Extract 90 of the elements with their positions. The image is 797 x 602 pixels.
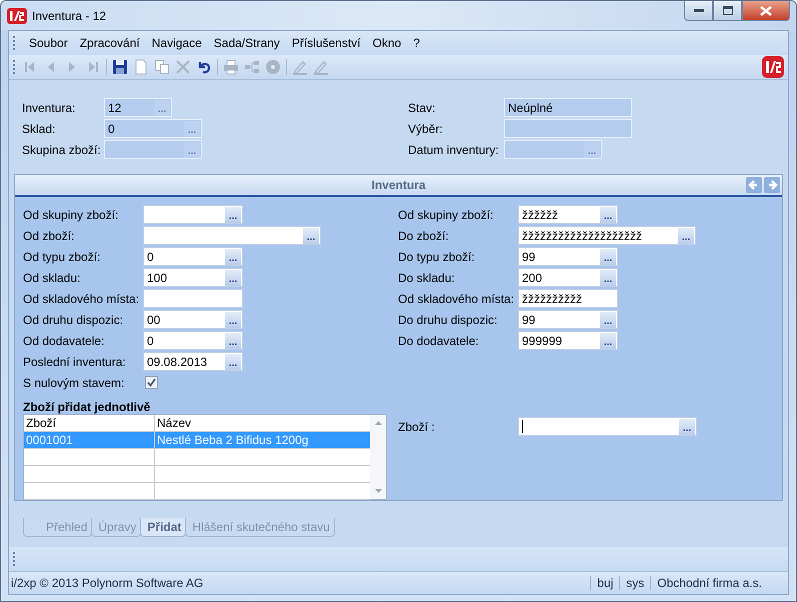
logo-icon	[7, 8, 27, 24]
field-label: Stav:	[408, 100, 436, 114]
undo-icon[interactable]	[196, 59, 212, 75]
field-label: Od dodavatele:	[23, 334, 106, 348]
previous-icon[interactable]	[746, 177, 762, 193]
menu-item[interactable]: Navigace	[146, 36, 208, 50]
field-label: Datum inventury:	[408, 142, 500, 156]
table-cell: 0001001	[24, 432, 155, 448]
input-field[interactable]: 12 ...	[104, 98, 172, 117]
browse-button[interactable]: ...	[679, 418, 695, 434]
input-field[interactable]: 09.08.2013 ...	[143, 352, 243, 371]
browse-button[interactable]: ...	[225, 354, 241, 370]
scroll-down-icon[interactable]	[374, 489, 382, 493]
field-label: Sklad:	[22, 122, 56, 136]
database-name: sys	[619, 576, 650, 590]
save-icon[interactable]	[112, 59, 128, 75]
field-label: Od skladu:	[23, 270, 82, 284]
input-field[interactable]: ...	[143, 226, 321, 245]
input-field[interactable]: 00 ...	[143, 310, 243, 329]
input-field[interactable]: 200 ...	[518, 268, 618, 287]
browse-button[interactable]: ...	[600, 248, 616, 264]
field-label: Do typu zboží:	[398, 250, 476, 264]
browse-button[interactable]: ...	[678, 228, 694, 244]
input-field[interactable]: Neúplné	[504, 98, 632, 117]
input-field[interactable]: 999999 ...	[518, 331, 618, 350]
field-label: Od typu zboží:	[23, 250, 102, 264]
column-header[interactable]: Název	[155, 415, 370, 431]
input-field[interactable]: žžžžžžžžžžžžžžžžžžžž ...	[518, 226, 696, 245]
input-field[interactable]: žžžžžžžžžž	[518, 289, 618, 308]
input-field[interactable]: 99 ...	[518, 247, 618, 266]
input-field[interactable]: 0 ...	[143, 247, 243, 266]
field-label: Výběr:	[408, 122, 444, 136]
browse-button[interactable]: ...	[600, 312, 616, 328]
browse-button[interactable]: ...	[600, 270, 616, 286]
browse-button[interactable]: ...	[225, 270, 241, 286]
input-field[interactable]: ...	[518, 417, 697, 436]
checkbox[interactable]	[145, 376, 158, 389]
field-label: Od skladového místa:	[398, 292, 516, 306]
column-header[interactable]: Zboží	[24, 415, 155, 431]
input-field[interactable]: žžžžžž ...	[518, 205, 618, 224]
browse-button[interactable]: ...	[225, 206, 241, 222]
field-label: S nulovým stavem:	[23, 376, 126, 390]
field-label: Skupina zboží:	[22, 142, 102, 156]
field-label: Do skladu:	[398, 270, 456, 284]
field-label: Od skupiny zboží:	[398, 208, 494, 222]
field-label: Od skladového místa:	[23, 292, 140, 306]
close-button[interactable]	[742, 1, 790, 21]
browse-button[interactable]: ...	[225, 312, 241, 328]
field-label: Od skupiny zboží:	[23, 208, 120, 222]
section-title: Zboží přidat jednotlivě	[23, 400, 152, 414]
table-cell-text: Nestlé Beba 2 Bifidus 1200g	[156, 432, 310, 448]
field-label: Od zboží:	[23, 228, 76, 242]
scroll-up-icon[interactable]	[374, 421, 382, 425]
field-label: Zboží :	[398, 420, 436, 434]
field-label: Do dodavatele:	[398, 334, 480, 348]
input-field[interactable]: 100 ...	[143, 268, 243, 287]
logo-icon	[762, 56, 784, 78]
panel-title: Inventura	[370, 178, 427, 192]
maximize-button[interactable]	[713, 1, 742, 21]
menu-item[interactable]: Okno	[366, 36, 408, 50]
next-icon[interactable]	[764, 177, 780, 193]
input-field[interactable]: 0 ...	[104, 119, 202, 138]
tab[interactable]: Přidat	[140, 518, 186, 537]
menu-item[interactable]: Soubor	[23, 36, 74, 50]
menu-item[interactable]: Sada/Strany	[208, 36, 286, 50]
input-field[interactable]: 99 ...	[518, 310, 618, 329]
copyright-text: i/2xp © 2013 Polynorm Software AG	[10, 576, 204, 590]
field-label: Inventura:	[22, 100, 76, 114]
input-field[interactable]: 0 ...	[143, 331, 243, 350]
browse-button[interactable]: ...	[600, 206, 616, 222]
menu-item[interactable]: Zpracování	[74, 36, 146, 50]
minimize-button[interactable]	[684, 1, 713, 21]
close-icon	[760, 6, 772, 16]
field-label: Poslední inventura:	[23, 354, 127, 368]
menu-item[interactable]: Příslušenství	[286, 36, 367, 50]
company-name: Obchodní firma a.s.	[650, 576, 788, 590]
browse-button[interactable]: ...	[600, 332, 616, 348]
minimize-icon	[694, 8, 704, 12]
menu-item[interactable]: ?	[407, 36, 426, 50]
browse-button[interactable]: ...	[225, 332, 241, 348]
browse-button[interactable]: ...	[225, 248, 241, 264]
field-label: Do druhu dispozic:	[398, 312, 498, 326]
window-title: Inventura - 12	[32, 8, 106, 22]
input-field[interactable]: ...	[143, 205, 243, 224]
field-label: Do zboží:	[398, 228, 450, 242]
input-field[interactable]	[143, 289, 243, 308]
user-name: buj	[590, 576, 620, 590]
maximize-icon	[722, 6, 732, 15]
browse-button[interactable]: ...	[303, 228, 319, 244]
field-label: Od druhu dispozic:	[23, 312, 124, 326]
